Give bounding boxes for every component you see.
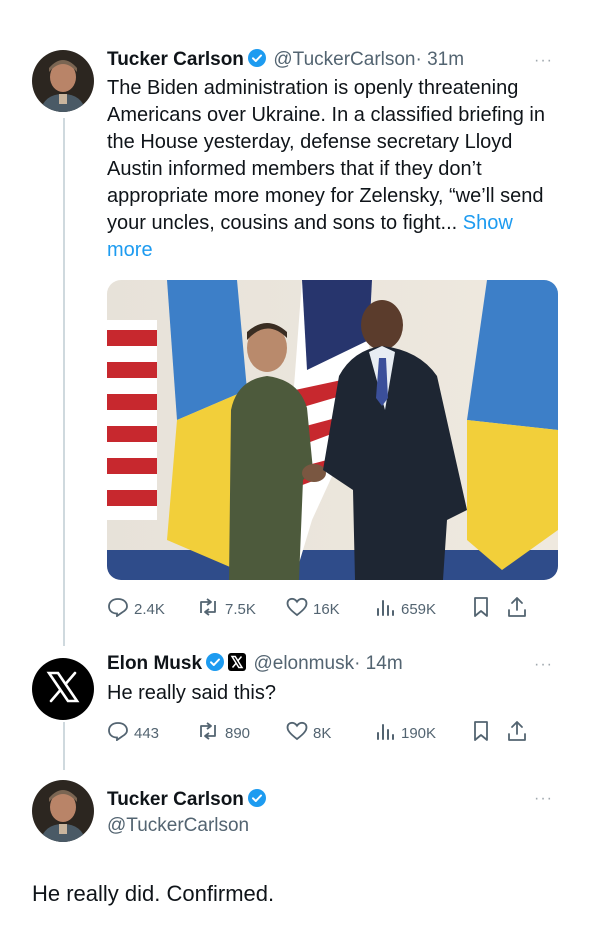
tweet-header: Tucker Carlson	[107, 789, 266, 811]
like-count: 16K	[313, 600, 340, 618]
repost-count: 890	[225, 724, 251, 742]
repost-button[interactable]: 7.5K	[196, 597, 286, 621]
heart-icon	[286, 721, 313, 745]
tweet-header: Elon Musk @elonmusk· 14m	[107, 653, 403, 675]
bookmark-icon[interactable]	[471, 596, 491, 622]
more-options-icon[interactable]: ···	[534, 52, 553, 70]
timestamp[interactable]: · 14m	[354, 653, 403, 674]
repost-count: 7.5K	[225, 600, 256, 618]
handle[interactable]: @elonmusk	[253, 653, 354, 674]
tweet-actions: 2.4K 7.5K 16K 659K	[107, 596, 559, 622]
timestamp[interactable]: · 31m	[416, 49, 465, 70]
views-button[interactable]: 190K	[374, 721, 474, 745]
display-name[interactable]: Tucker Carlson	[107, 49, 244, 70]
handle[interactable]: @TuckerCarlson	[107, 815, 249, 837]
reply-icon	[107, 597, 134, 621]
more-options-icon[interactable]: ···	[534, 656, 553, 674]
reply-icon	[107, 721, 134, 745]
like-button[interactable]: 8K	[286, 721, 374, 745]
bar-chart-icon	[374, 721, 401, 745]
heart-icon	[286, 597, 313, 621]
x-logo-icon	[46, 671, 80, 708]
bookmark-icon[interactable]	[471, 720, 491, 746]
tweet-photo[interactable]	[107, 280, 558, 580]
views-count: 659K	[401, 600, 437, 618]
tweet-header: Tucker Carlson @TuckerCarlson· 31m	[107, 49, 464, 71]
views-count: 190K	[401, 724, 437, 742]
more-options-icon[interactable]: ···	[534, 790, 553, 808]
repost-icon	[196, 597, 225, 621]
x-affiliation-badge-icon	[228, 653, 247, 671]
avatar[interactable]	[32, 780, 94, 842]
verified-badge-icon	[247, 789, 266, 807]
like-button[interactable]: 16K	[286, 597, 374, 621]
share-icon[interactable]	[507, 720, 527, 746]
thread-connector	[63, 118, 65, 646]
like-count: 8K	[313, 724, 332, 742]
reply-count: 2.4K	[134, 600, 165, 618]
verified-badge-icon	[206, 653, 225, 671]
reply-button[interactable]: 443	[107, 721, 187, 745]
verified-badge-icon	[247, 49, 266, 67]
tweet-text: He really said this?	[107, 680, 276, 707]
reply-count: 443	[134, 724, 160, 742]
tweet-text-content: The Biden administration is openly threa…	[107, 77, 545, 234]
tweet-text-content: He really did. Confirmed.	[32, 881, 275, 906]
handle[interactable]: @TuckerCarlson	[273, 49, 415, 70]
repost-button[interactable]: 890	[196, 721, 286, 745]
thread-connector	[63, 722, 65, 770]
tweet-text: He really did. Confirmed.	[32, 880, 274, 908]
display-name[interactable]: Tucker Carlson	[107, 789, 244, 810]
bar-chart-icon	[374, 597, 401, 621]
tweet-actions: 443 890 8K 190K	[107, 720, 559, 746]
tweet-text: The Biden administration is openly threa…	[107, 75, 562, 264]
reply-button[interactable]: 2.4K	[107, 597, 187, 621]
display-name[interactable]: Elon Musk	[107, 653, 202, 674]
avatar[interactable]	[32, 50, 94, 112]
tweet-text-content: He really said this?	[107, 682, 276, 704]
views-button[interactable]: 659K	[374, 597, 474, 621]
repost-icon	[196, 721, 225, 745]
avatar[interactable]	[32, 658, 94, 720]
share-icon[interactable]	[507, 596, 527, 622]
